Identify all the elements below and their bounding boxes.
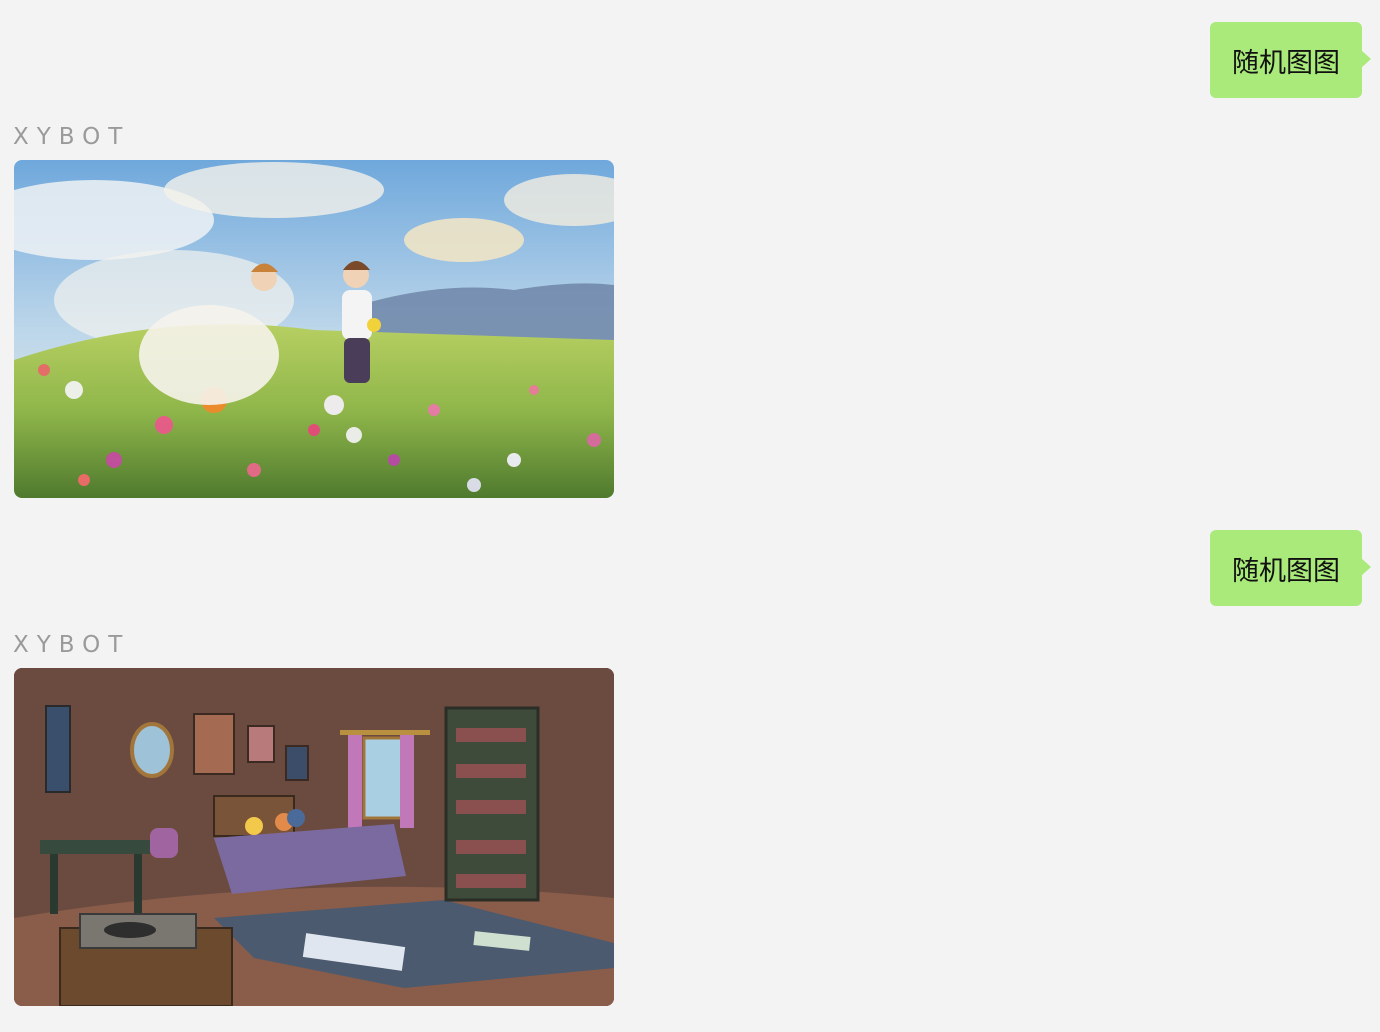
outgoing-message-bubble[interactable]: 随机图图	[1210, 530, 1371, 606]
message-text: 随机图图	[1232, 555, 1340, 587]
image-message[interactable]	[14, 668, 614, 1006]
meadow-illustration	[14, 160, 614, 498]
bedroom-illustration	[14, 668, 614, 1006]
sender-name: XYBOT	[13, 124, 131, 150]
message-text: 随机图图	[1232, 47, 1340, 79]
image-message[interactable]	[14, 160, 614, 498]
outgoing-message-bubble[interactable]: 随机图图	[1210, 22, 1371, 98]
sender-name: XYBOT	[13, 632, 131, 658]
chat-area: 随机图图 XYBOT 随机图图 XYBOT	[0, 0, 1380, 1032]
